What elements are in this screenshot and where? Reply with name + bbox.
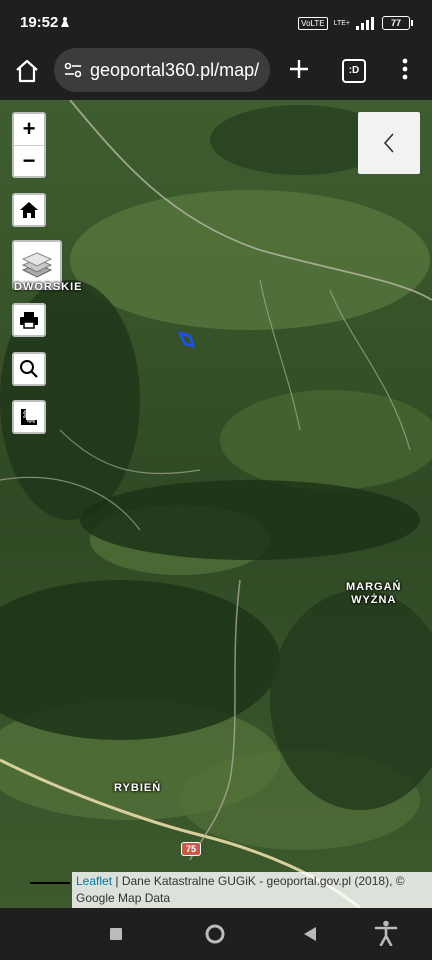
home-view-button[interactable] <box>12 193 46 227</box>
accessibility-icon[interactable] <box>374 920 398 946</box>
status-bar: 19:52 VoLTE LTE+ 77 <box>0 0 432 44</box>
print-button[interactable] <box>12 303 46 337</box>
house-icon <box>20 202 38 218</box>
new-tab-icon[interactable] <box>286 56 312 82</box>
place-label-dworskie: DWORSKIE <box>14 281 83 293</box>
notification-icon <box>61 17 69 27</box>
place-label-margan: MARGAŃ WYŻNA <box>346 581 402 607</box>
status-icons: VoLTE LTE+ 77 <box>298 15 413 31</box>
leaflet-link[interactable]: Leaflet <box>76 874 112 888</box>
home-nav-icon[interactable] <box>204 923 226 945</box>
search-icon <box>20 360 38 378</box>
address-bar[interactable]: geoportal360.pl/map/ <box>54 48 270 92</box>
sidebar-toggle-button[interactable] <box>358 112 420 174</box>
browser-toolbar: geoportal360.pl/map/ :D <box>0 44 432 100</box>
place-label-margan-line1: MARGAŃ <box>346 581 402 593</box>
road-number-badge: 75 <box>181 842 202 856</box>
volte-icon: VoLTE <box>298 16 328 30</box>
url-text: geoportal360.pl/map/ <box>90 59 260 80</box>
chevron-left-icon <box>383 133 394 153</box>
layers-icon <box>21 252 53 278</box>
map-attribution: Leaflet | Dane Katastralne GUGiK - geopo… <box>72 872 432 908</box>
satellite-imagery <box>0 100 432 908</box>
signal-icon <box>356 16 374 30</box>
satellite-map[interactable]: + − DWORSKIE MARGAŃ WYŻNA RYBIEŃ 75 Leaf… <box>0 100 432 908</box>
tab-switcher-button[interactable]: :D <box>342 59 366 83</box>
status-time: 19:52 <box>20 14 59 31</box>
recents-icon[interactable] <box>109 927 123 941</box>
place-label-margan-line2: WYŻNA <box>351 594 397 606</box>
printer-icon <box>20 312 38 329</box>
search-button[interactable] <box>12 352 46 386</box>
scale-bar <box>30 882 70 884</box>
attribution-text: | Dane Katastralne GUGiK - geoportal.gov… <box>76 874 405 905</box>
network-label: LTE+ <box>333 19 350 27</box>
place-label-rybien: RYBIEŃ <box>114 782 162 794</box>
ruler-icon <box>21 409 37 425</box>
measure-button[interactable] <box>12 400 46 434</box>
system-nav-bar <box>0 908 432 960</box>
zoom-control: + − <box>12 112 46 178</box>
back-icon[interactable] <box>302 926 318 942</box>
home-icon[interactable] <box>14 58 40 84</box>
more-menu-icon[interactable] <box>398 56 412 82</box>
battery-icon: 77 <box>382 16 413 30</box>
zoom-out-button[interactable]: − <box>14 146 44 177</box>
zoom-in-button[interactable]: + <box>14 114 44 146</box>
site-settings-icon[interactable] <box>62 59 84 81</box>
